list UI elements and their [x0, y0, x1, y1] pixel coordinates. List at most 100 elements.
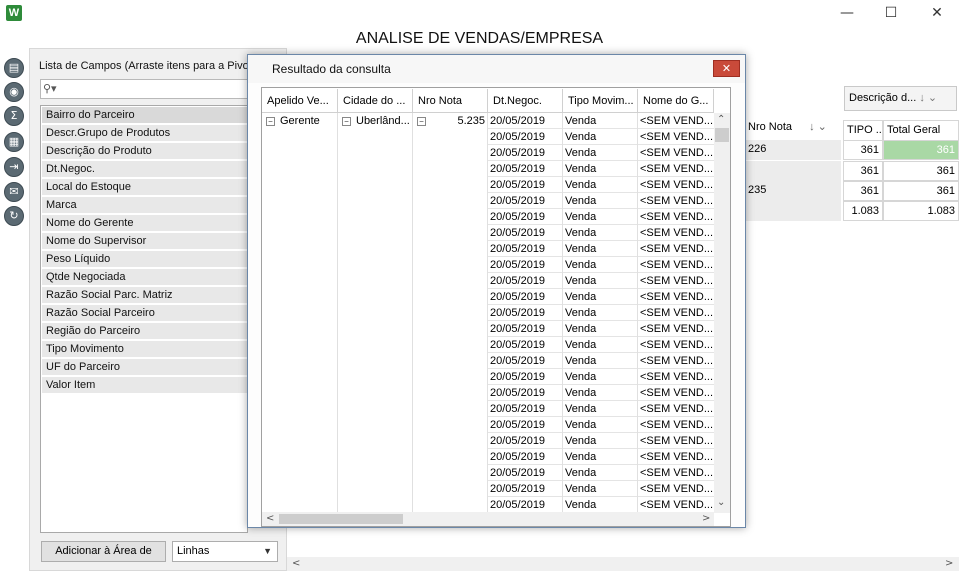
- tipo-movimento-cell[interactable]: Venda: [563, 225, 637, 241]
- group-cell-nota[interactable]: − 5.235: [415, 113, 487, 129]
- grid-horizontal-scroll-thumb[interactable]: [279, 514, 403, 524]
- dt-negoc-cell[interactable]: 20/05/2019: [488, 177, 562, 193]
- nome-gerente-cell[interactable]: <SEM VEND...: [638, 449, 714, 465]
- field-item[interactable]: Razão Social Parc. Matriz: [42, 287, 248, 304]
- dt-negoc-cell[interactable]: 20/05/2019: [488, 385, 562, 401]
- group-cell-apelido[interactable]: − Gerente: [264, 113, 337, 129]
- refresh-icon[interactable]: ↻: [4, 206, 24, 226]
- dt-negoc-cell[interactable]: 20/05/2019: [488, 481, 562, 497]
- nome-gerente-cell[interactable]: <SEM VEND...: [638, 177, 714, 193]
- tipo-movimento-cell[interactable]: Venda: [563, 465, 637, 481]
- dt-negoc-cell[interactable]: 20/05/2019: [488, 129, 562, 145]
- tipo-movimento-cell[interactable]: Venda: [563, 353, 637, 369]
- tipo-movimento-cell[interactable]: Venda: [563, 257, 637, 273]
- tipo-movimento-cell[interactable]: Venda: [563, 433, 637, 449]
- nome-gerente-cell[interactable]: <SEM VEND...: [638, 321, 714, 337]
- dt-negoc-cell[interactable]: 20/05/2019: [488, 289, 562, 305]
- field-item[interactable]: Descrição do Produto: [42, 143, 248, 160]
- nome-gerente-cell[interactable]: <SEM VEND...: [638, 113, 714, 129]
- maximize-button[interactable]: ☐: [868, 0, 914, 26]
- column-header[interactable]: Apelido Ve...: [262, 89, 338, 113]
- nome-gerente-cell[interactable]: <SEM VEND...: [638, 273, 714, 289]
- dt-negoc-cell[interactable]: 20/05/2019: [488, 113, 562, 129]
- nome-gerente-cell[interactable]: <SEM VEND...: [638, 385, 714, 401]
- tipo-movimento-cell[interactable]: Venda: [563, 209, 637, 225]
- tipo-movimento-cell[interactable]: Venda: [563, 289, 637, 305]
- field-item[interactable]: Nome do Supervisor: [42, 233, 248, 250]
- dt-negoc-cell[interactable]: 20/05/2019: [488, 161, 562, 177]
- chevron-left-icon[interactable]: <: [266, 513, 274, 524]
- dt-negoc-cell[interactable]: 20/05/2019: [488, 305, 562, 321]
- add-to-area-button[interactable]: Adicionar à Área de: [41, 541, 166, 562]
- dt-negoc-cell[interactable]: 20/05/2019: [488, 353, 562, 369]
- tipo-header[interactable]: TIPO ...: [843, 120, 883, 140]
- nome-gerente-cell[interactable]: <SEM VEND...: [638, 417, 714, 433]
- group-cell-cidade[interactable]: − Uberlând...: [340, 113, 412, 129]
- nome-gerente-cell[interactable]: <SEM VEND...: [638, 305, 714, 321]
- tipo-movimento-cell[interactable]: Venda: [563, 449, 637, 465]
- dt-negoc-cell[interactable]: 20/05/2019: [488, 449, 562, 465]
- column-header[interactable]: Cidade do ...: [338, 89, 413, 113]
- chevron-right-icon[interactable]: >: [945, 558, 953, 569]
- nome-gerente-cell[interactable]: <SEM VEND...: [638, 337, 714, 353]
- dt-negoc-cell[interactable]: 20/05/2019: [488, 465, 562, 481]
- tipo-movimento-cell[interactable]: Venda: [563, 113, 637, 129]
- tipo-movimento-cell[interactable]: Venda: [563, 497, 637, 513]
- tipo-movimento-cell[interactable]: Venda: [563, 177, 637, 193]
- nome-gerente-cell[interactable]: <SEM VEND...: [638, 465, 714, 481]
- camera-icon[interactable]: ◉: [4, 82, 24, 102]
- close-button[interactable]: ✕: [914, 0, 959, 26]
- pivot-horizontal-scrollbar[interactable]: [287, 557, 959, 571]
- column-header[interactable]: Dt.Negoc.: [488, 89, 563, 113]
- report-icon[interactable]: ▤: [4, 58, 24, 78]
- field-item[interactable]: Qtde Negociada: [42, 269, 248, 286]
- nro-nota-header[interactable]: Nro Nota ↓ ⌄: [745, 117, 841, 139]
- nome-gerente-cell[interactable]: <SEM VEND...: [638, 481, 714, 497]
- dt-negoc-cell[interactable]: 20/05/2019: [488, 401, 562, 417]
- tipo-movimento-cell[interactable]: Venda: [563, 417, 637, 433]
- nome-gerente-cell[interactable]: <SEM VEND...: [638, 145, 714, 161]
- dt-negoc-cell[interactable]: 20/05/2019: [488, 337, 562, 353]
- tipo-movimento-cell[interactable]: Venda: [563, 161, 637, 177]
- tipo-movimento-cell[interactable]: Venda: [563, 401, 637, 417]
- nome-gerente-cell[interactable]: <SEM VEND...: [638, 241, 714, 257]
- grid-icon[interactable]: ▦: [4, 132, 24, 152]
- nome-gerente-cell[interactable]: <SEM VEND...: [638, 257, 714, 273]
- export-icon[interactable]: ⇥: [4, 157, 24, 177]
- field-item[interactable]: Local do Estoque: [42, 179, 248, 196]
- dt-negoc-cell[interactable]: 20/05/2019: [488, 257, 562, 273]
- dt-negoc-cell[interactable]: 20/05/2019: [488, 433, 562, 449]
- chevron-left-icon[interactable]: <: [292, 558, 300, 569]
- field-item[interactable]: Bairro do Parceiro: [42, 107, 248, 124]
- field-search-input[interactable]: [40, 79, 248, 99]
- nome-gerente-cell[interactable]: <SEM VEND...: [638, 289, 714, 305]
- tipo-movimento-cell[interactable]: Venda: [563, 129, 637, 145]
- chevron-down-icon[interactable]: ⌄: [717, 497, 725, 508]
- column-header[interactable]: Tipo Movim...: [563, 89, 638, 113]
- dt-negoc-cell[interactable]: 20/05/2019: [488, 193, 562, 209]
- description-dropdown[interactable]: Descrição d... ↓ ⌄: [844, 86, 957, 111]
- collapse-icon[interactable]: −: [266, 116, 275, 126]
- field-item[interactable]: Nome do Gerente: [42, 215, 248, 232]
- nome-gerente-cell[interactable]: <SEM VEND...: [638, 353, 714, 369]
- dt-negoc-cell[interactable]: 20/05/2019: [488, 225, 562, 241]
- tipo-movimento-cell[interactable]: Venda: [563, 193, 637, 209]
- nome-gerente-cell[interactable]: <SEM VEND...: [638, 193, 714, 209]
- tipo-movimento-cell[interactable]: Venda: [563, 241, 637, 257]
- field-item[interactable]: Tipo Movimento: [42, 341, 248, 358]
- collapse-icon[interactable]: −: [417, 116, 426, 126]
- nome-gerente-cell[interactable]: <SEM VEND...: [638, 129, 714, 145]
- field-item[interactable]: Região do Parceiro: [42, 323, 248, 340]
- nome-gerente-cell[interactable]: <SEM VEND...: [638, 225, 714, 241]
- dialog-close-button[interactable]: ✕: [713, 60, 740, 77]
- tipo-movimento-cell[interactable]: Venda: [563, 369, 637, 385]
- tipo-movimento-cell[interactable]: Venda: [563, 337, 637, 353]
- tipo-movimento-cell[interactable]: Venda: [563, 273, 637, 289]
- tipo-movimento-cell[interactable]: Venda: [563, 305, 637, 321]
- field-item[interactable]: Razão Social Parceiro: [42, 305, 248, 322]
- nome-gerente-cell[interactable]: <SEM VEND...: [638, 401, 714, 417]
- nome-gerente-cell[interactable]: <SEM VEND...: [638, 369, 714, 385]
- dt-negoc-cell[interactable]: 20/05/2019: [488, 369, 562, 385]
- nome-gerente-cell[interactable]: <SEM VEND...: [638, 209, 714, 225]
- tipo-movimento-cell[interactable]: Venda: [563, 321, 637, 337]
